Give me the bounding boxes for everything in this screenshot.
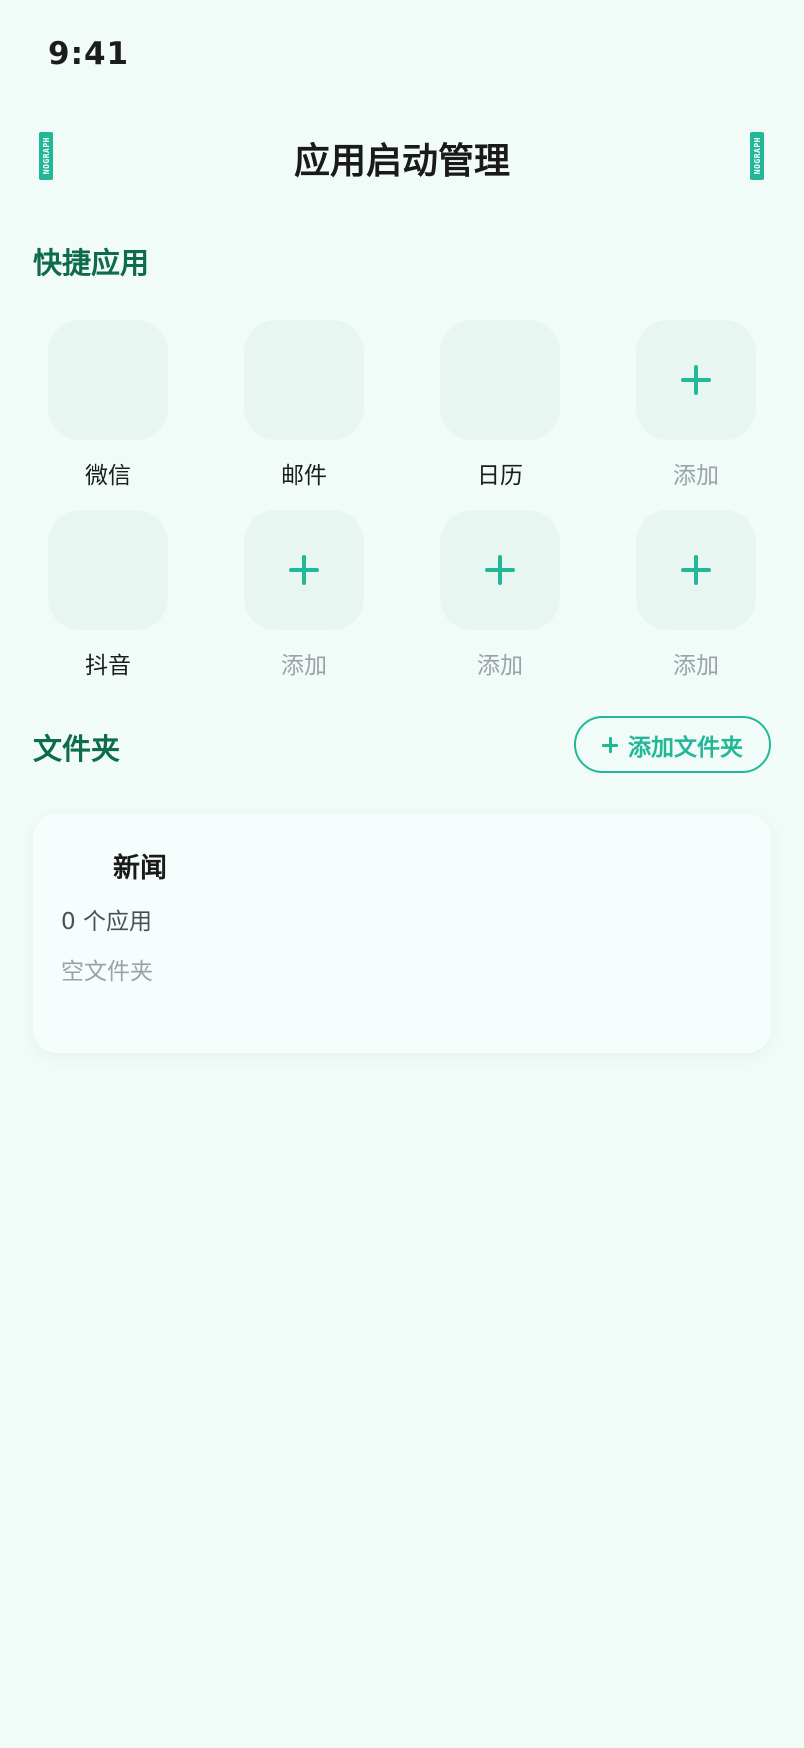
quick-app-add-slot[interactable]: 添加 xyxy=(430,510,570,680)
app-label: 日历 xyxy=(477,463,523,489)
quick-app-wechat[interactable]: 微信 xyxy=(38,320,178,490)
quick-app-add-slot[interactable]: 添加 xyxy=(626,320,766,490)
folders-section-title: 文件夹 xyxy=(33,732,121,766)
plus-icon xyxy=(289,555,319,585)
header-right-icon-text: NOGRAPH xyxy=(752,137,762,175)
app-tile[interactable] xyxy=(48,320,168,440)
status-bar-time: 9:41 xyxy=(48,36,130,72)
plus-icon xyxy=(602,736,618,753)
add-label: 添加 xyxy=(477,653,523,679)
add-folder-button-label: 添加文件夹 xyxy=(628,733,743,760)
quick-app-calendar[interactable]: 日历 xyxy=(430,320,570,490)
app-label: 邮件 xyxy=(281,463,327,489)
quick-apps-section-title: 快捷应用 xyxy=(33,246,150,280)
add-label: 添加 xyxy=(673,653,719,679)
add-label: 添加 xyxy=(281,653,327,679)
quick-app-mail[interactable]: 邮件 xyxy=(234,320,374,490)
add-app-tile[interactable] xyxy=(244,510,364,630)
add-label: 添加 xyxy=(673,463,719,489)
page-title: 应用启动管理 xyxy=(293,141,510,182)
quick-app-douyin[interactable]: 抖音 xyxy=(38,510,178,680)
quick-app-add-slot[interactable]: 添加 xyxy=(626,510,766,680)
folder-name: 新闻 xyxy=(113,853,167,884)
folder-empty-text: 空文件夹 xyxy=(61,959,153,985)
plus-icon xyxy=(485,555,515,585)
folder-card[interactable]: 新闻 0 个应用 空文件夹 xyxy=(33,814,771,1053)
plus-icon xyxy=(681,555,711,585)
add-app-tile[interactable] xyxy=(636,320,756,440)
app-label: 抖音 xyxy=(85,653,131,679)
header-right-nograph-icon[interactable]: NOGRAPH xyxy=(750,132,764,180)
add-app-tile[interactable] xyxy=(636,510,756,630)
quick-app-add-slot[interactable]: 添加 xyxy=(234,510,374,680)
add-app-tile[interactable] xyxy=(440,510,560,630)
app-launch-manager-screen: 9:41 NOGRAPH 应用启动管理 NOGRAPH 快捷应用 微信 邮件 日… xyxy=(0,0,804,1748)
folder-app-count: 0 个应用 xyxy=(61,909,152,935)
app-tile[interactable] xyxy=(244,320,364,440)
app-tile[interactable] xyxy=(440,320,560,440)
app-label: 微信 xyxy=(85,463,131,489)
app-tile[interactable] xyxy=(48,510,168,630)
plus-icon xyxy=(681,365,711,395)
add-folder-button[interactable]: 添加文件夹 xyxy=(574,716,771,773)
